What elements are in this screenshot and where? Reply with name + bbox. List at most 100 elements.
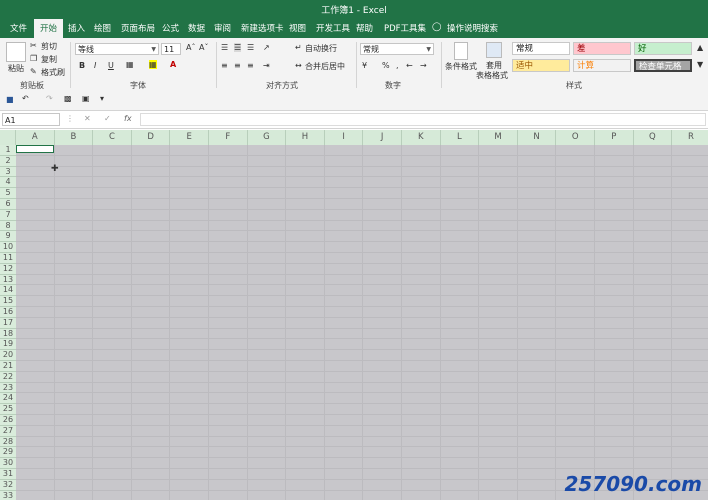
tab-new[interactable]: 新建选项卡 (241, 22, 284, 34)
orientation-icon[interactable]: ↗ (263, 43, 270, 52)
style-good[interactable]: 好 (634, 42, 692, 55)
tab-data[interactable]: 数据 (188, 22, 205, 34)
indent-icon[interactable]: ⇥ (263, 61, 270, 70)
row-header[interactable]: 19 (0, 339, 16, 351)
row-header[interactable]: 3 (0, 166, 16, 178)
scissors-icon[interactable]: ✂ (30, 41, 37, 50)
style-calculation[interactable]: 计算 (573, 59, 631, 72)
column-header[interactable]: L (440, 130, 480, 145)
row-header[interactable]: 28 (0, 436, 16, 448)
row-header[interactable]: 16 (0, 307, 16, 318)
row-header[interactable]: 2 (0, 155, 16, 167)
confirm-icon[interactable]: ✓ (104, 114, 111, 123)
column-header[interactable]: R (672, 130, 708, 145)
style-neutral[interactable]: 适中 (512, 59, 570, 72)
italic-button[interactable]: I (94, 61, 96, 70)
column-header[interactable]: O (556, 130, 595, 145)
customize-qat-icon[interactable]: ▾ (100, 94, 104, 103)
tell-me-search[interactable]: 操作说明搜索 (447, 22, 498, 34)
row-header[interactable]: 25 (0, 404, 16, 415)
tab-page-layout[interactable]: 页面布局 (121, 22, 155, 34)
row-header[interactable]: 6 (0, 199, 16, 210)
font-name-combo[interactable]: 等线 ▼ (75, 43, 159, 55)
format-painter-button[interactable]: 格式刷 (41, 67, 65, 78)
border-icon[interactable]: ▦ (126, 60, 134, 69)
row-header[interactable]: 31 (0, 469, 16, 480)
shrink-font-icon[interactable]: Aˇ (199, 43, 208, 52)
row-header[interactable]: 29 (0, 447, 16, 459)
style-bad[interactable]: 差 (573, 42, 631, 55)
comma-button[interactable]: , (396, 61, 399, 70)
tab-file[interactable]: 文件 (10, 22, 27, 34)
column-header[interactable]: E (170, 130, 209, 145)
row-header[interactable]: 17 (0, 317, 16, 329)
fill-color-icon[interactable]: ▦ (149, 60, 157, 69)
column-header[interactable]: J (363, 130, 402, 145)
table-format-button-line2[interactable]: 表格格式 (476, 70, 508, 81)
row-header[interactable]: 8 (0, 220, 16, 232)
column-header[interactable]: Q (633, 130, 673, 145)
paste-icon[interactable] (6, 42, 26, 62)
row-header[interactable]: 22 (0, 371, 16, 383)
row-header[interactable]: 7 (0, 209, 16, 221)
column-header[interactable]: F (209, 130, 248, 145)
wrap-text-button[interactable]: 自动换行 (305, 43, 337, 54)
row-header[interactable]: 15 (0, 296, 16, 307)
style-normal[interactable]: 常规 (512, 42, 570, 55)
tab-pdf[interactable]: PDF工具集 (384, 22, 426, 34)
row-header[interactable]: 4 (0, 177, 16, 189)
chevron-down-icon[interactable]: ▼ (697, 60, 703, 69)
column-header[interactable]: I (324, 130, 364, 145)
column-header[interactable]: A (16, 130, 55, 145)
tab-home[interactable]: 开始 (34, 19, 64, 39)
column-header[interactable]: M (479, 130, 518, 145)
align-center-icon[interactable]: ≡ (234, 61, 241, 70)
paste-button[interactable]: 粘贴 (8, 63, 24, 74)
row-header[interactable]: 10 (0, 242, 16, 253)
row-header[interactable]: 21 (0, 361, 16, 372)
row-header[interactable]: 26 (0, 415, 16, 426)
row-header[interactable]: 24 (0, 393, 16, 405)
conditional-format-icon[interactable] (454, 42, 468, 60)
row-header[interactable]: 20 (0, 350, 16, 361)
copy-button[interactable]: 复制 (41, 54, 57, 65)
worksheet-grid[interactable]: ABCDEFGHIJKLMNOPQR 1 2 3 4 5 6 7 8 9 10 11 12 13 14 15… (0, 130, 708, 500)
copy-icon[interactable]: ❐ (30, 54, 37, 63)
merge-icon[interactable]: ↔ (295, 61, 302, 70)
currency-icon[interactable]: ¥ (362, 61, 367, 70)
chevron-up-icon[interactable]: ▲ (697, 43, 703, 52)
increase-decimal-icon[interactable]: ← (406, 61, 413, 70)
conditional-format-button[interactable]: 条件格式 (445, 61, 477, 72)
bold-button[interactable]: B (79, 61, 85, 70)
print-preview-icon[interactable]: ▩ (64, 94, 72, 103)
row-header[interactable]: 33 (0, 490, 16, 500)
percent-button[interactable]: % (382, 61, 390, 70)
align-right-icon[interactable]: ≡ (247, 61, 254, 70)
tab-help[interactable]: 帮助 (356, 22, 373, 34)
row-header[interactable]: 12 (0, 263, 16, 275)
row-header[interactable]: 27 (0, 425, 16, 437)
screenshot-icon[interactable]: ▣ (82, 94, 90, 103)
name-box[interactable]: A1 (2, 113, 60, 126)
decrease-decimal-icon[interactable]: → (420, 61, 427, 70)
select-all-corner[interactable] (0, 130, 16, 145)
font-size-combo[interactable]: 11 (161, 43, 181, 55)
tab-developer[interactable]: 开发工具 (316, 22, 350, 34)
tab-view[interactable]: 视图 (289, 22, 306, 34)
grow-font-icon[interactable]: Aˆ (186, 43, 195, 52)
row-header[interactable]: 13 (0, 274, 16, 286)
save-icon[interactable]: ■ (6, 95, 14, 104)
redo-icon[interactable]: ↷ (46, 94, 53, 103)
tab-insert[interactable]: 插入 (68, 22, 85, 34)
wrap-icon[interactable]: ↵ (295, 43, 302, 52)
style-check-cell[interactable]: 检查单元格 (634, 59, 692, 72)
row-header[interactable]: 32 (0, 479, 16, 491)
row-header[interactable]: 9 (0, 231, 16, 243)
align-bottom-icon[interactable]: ☰ (247, 43, 254, 52)
row-header[interactable]: 1 (0, 145, 16, 156)
column-header[interactable]: C (93, 130, 132, 145)
cut-button[interactable]: 剪切 (41, 41, 57, 52)
undo-icon[interactable]: ↶ (22, 94, 29, 103)
underline-button[interactable]: U (108, 61, 114, 70)
cancel-icon[interactable]: ✕ (84, 114, 91, 123)
